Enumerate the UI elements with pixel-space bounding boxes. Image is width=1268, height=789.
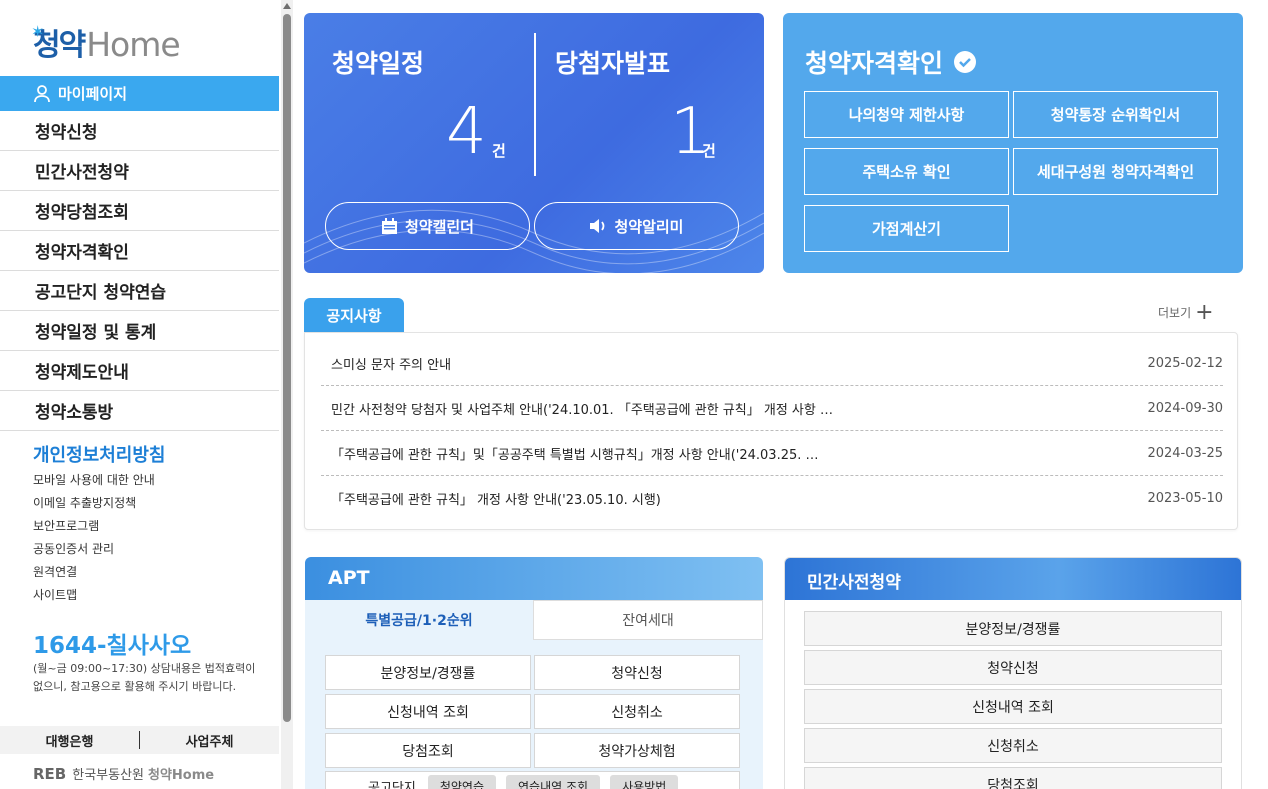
logo-text-home: Home [86, 25, 180, 64]
schedule-count[interactable]: 4 [446, 95, 487, 169]
my-restriction-button[interactable]: 나의청약 제한사항 [804, 91, 1009, 138]
plus-icon: + [1195, 299, 1214, 325]
practice-label: 공고단지 [368, 780, 416, 789]
schedule-card: 청약일정 당첨자발표 4 건 1 건 청약캘린더 청약알리미 [304, 13, 764, 273]
notice-tab[interactable]: 공지사항 [304, 298, 404, 332]
notice-row[interactable]: 「주택공급에 관한 규칙」 개정 사항 안내('23.05.10. 시행) 20… [321, 476, 1223, 521]
notice-title[interactable]: 「주택공급에 관한 규칙」및「공공주택 특별법 시행규칙」개정 사항 안내('2… [321, 444, 819, 463]
footer-org: 한국부동산원 [72, 768, 144, 783]
divider [534, 33, 536, 176]
footer-brand: 청약Home [148, 768, 215, 783]
sublink-sitemap[interactable]: 사이트맵 [33, 587, 155, 610]
sublink-mobile[interactable]: 모바일 사용에 대한 안내 [33, 472, 155, 495]
scrollbar-thumb[interactable] [283, 14, 291, 722]
account-rank-button[interactable]: 청약통장 순위확인서 [1013, 91, 1218, 138]
apt-title: APT [305, 557, 763, 600]
calendar-button[interactable]: 청약캘린더 [325, 202, 530, 250]
private-cancel-button[interactable]: 신청취소 [804, 728, 1222, 763]
private-sale-info-button[interactable]: 분양정보/경쟁률 [804, 611, 1222, 646]
phone-note: (월~금 09:00~17:30) 상담내용은 법적효력이 없으니, 참고용으로… [33, 662, 256, 693]
logo[interactable]: ✶ 청약 Home [31, 22, 181, 64]
sublink-email-policy[interactable]: 이메일 추출방지정책 [33, 495, 155, 518]
sublink-certificate[interactable]: 공동인증서 관리 [33, 541, 155, 564]
sidebar-item-schedule[interactable]: 청약일정 및 통계 [0, 311, 279, 351]
scroll-up-icon[interactable] [283, 3, 291, 9]
private-win-check-button[interactable]: 당첨조회 [804, 767, 1222, 789]
tab-special-supply[interactable]: 특별공급/1·2순위 [305, 600, 533, 640]
score-calculator-button[interactable]: 가점계산기 [804, 205, 1009, 252]
notice-title[interactable]: 스미싱 문자 주의 안내 [321, 354, 451, 373]
qualify-title[interactable]: 청약자격확인 [805, 44, 977, 80]
qualify-card: 청약자격확인 나의청약 제한사항 청약통장 순위확인서 주택소유 확인 세대구성… [783, 13, 1243, 273]
private-title: 민간사전청약 [785, 558, 1241, 600]
notice-title[interactable]: 민간 사전청약 당첨자 및 사업주체 안내('24.10.01. 「주택공급에 … [321, 399, 833, 418]
sidebar-item-guide[interactable]: 청약제도안내 [0, 351, 279, 391]
more-link[interactable]: 더보기 + [1158, 299, 1214, 325]
sidebar-menu: 청약신청 민간사전청약 청약당첨조회 청약자격확인 공고단지 청약연습 청약일정… [0, 111, 279, 431]
more-label: 더보기 [1158, 306, 1192, 320]
calendar-icon [381, 217, 397, 234]
private-panel: 민간사전청약 분양정보/경쟁률 청약신청 신청내역 조회 신청취소 당첨조회 [784, 557, 1242, 789]
logo-star-icon: ✶ [31, 22, 45, 41]
notice-date: 2024-09-30 [1147, 400, 1223, 416]
apt-history-button[interactable]: 신청내역 조회 [325, 694, 531, 729]
sidebar-item-practice[interactable]: 공고단지 청약연습 [0, 271, 279, 311]
reb-logo: REB [33, 764, 67, 783]
apt-practice-row: 공고단지 청약연습 연습내역 조회 사용방법 [325, 771, 740, 789]
schedule-unit: 건 [492, 142, 506, 160]
speaker-icon [590, 219, 605, 233]
sidebar-item-apply[interactable]: 청약신청 [0, 111, 279, 151]
sidebar-sublinks: 모바일 사용에 대한 안내 이메일 추출방지정책 보안프로그램 공동인증서 관리… [33, 472, 155, 610]
usage-chip[interactable]: 사용방법 [610, 774, 679, 789]
winner-title[interactable]: 당첨자발표 [555, 44, 670, 80]
bank-links: 대행은행 사업주체 [0, 726, 279, 754]
footer-logo: REB 한국부동산원 청약Home [33, 764, 215, 784]
private-history-button[interactable]: 신청내역 조회 [804, 689, 1222, 724]
apt-win-check-button[interactable]: 당첨조회 [325, 733, 531, 768]
privacy-policy-link[interactable]: 개인정보처리방침 [33, 441, 165, 467]
sublink-security[interactable]: 보안프로그램 [33, 518, 155, 541]
notice-title[interactable]: 「주택공급에 관한 규칙」 개정 사항 안내('23.05.10. 시행) [321, 489, 661, 508]
schedule-title[interactable]: 청약일정 [332, 44, 424, 80]
notice-row[interactable]: 민간 사전청약 당첨자 및 사업주체 안내('24.10.01. 「주택공급에 … [321, 386, 1223, 431]
user-icon [34, 84, 50, 102]
household-qualify-button[interactable]: 세대구성원 청약자격확인 [1013, 148, 1218, 195]
notice-date: 2024-03-25 [1147, 445, 1223, 461]
alarm-button[interactable]: 청약알리미 [534, 202, 739, 250]
house-ownership-button[interactable]: 주택소유 확인 [804, 148, 1009, 195]
check-circle-icon [954, 51, 977, 73]
apt-simulation-button[interactable]: 청약가상체험 [534, 733, 740, 768]
mypage-label: 마이페이지 [58, 85, 128, 103]
apt-apply-button[interactable]: 청약신청 [534, 655, 740, 690]
business-owner-link[interactable]: 사업주체 [140, 731, 279, 750]
notice-date: 2025-02-12 [1147, 355, 1223, 371]
sidebar-scrollbar[interactable] [281, 0, 293, 789]
phone-number: 1644-칠사사오 [33, 633, 192, 659]
page: ✶ 청약 Home 마이페이지 청약신청 민간사전청약 청약당첨조회 청약자격확… [0, 0, 1268, 789]
practice-history-chip[interactable]: 연습내역 조회 [506, 774, 601, 789]
practice-chip[interactable]: 청약연습 [427, 774, 497, 789]
agent-bank-link[interactable]: 대행은행 [0, 731, 139, 750]
notice-row[interactable]: 「주택공급에 관한 규칙」및「공공주택 특별법 시행규칙」개정 사항 안내('2… [321, 431, 1223, 476]
apt-tabs: 특별공급/1·2순위 잔여세대 [305, 600, 763, 640]
mypage-button[interactable]: 마이페이지 [0, 76, 279, 111]
notice-date: 2023-05-10 [1147, 491, 1223, 506]
sidebar-item-qualify[interactable]: 청약자격확인 [0, 231, 279, 271]
winner-unit: 건 [702, 142, 716, 160]
qualify-title-text: 청약자격확인 [805, 49, 944, 78]
apt-sale-info-button[interactable]: 분양정보/경쟁률 [325, 655, 531, 690]
tab-remaining[interactable]: 잔여세대 [533, 600, 763, 640]
apt-cancel-button[interactable]: 신청취소 [534, 694, 740, 729]
sidebar-item-private-pre[interactable]: 민간사전청약 [0, 151, 279, 191]
sidebar: ✶ 청약 Home 마이페이지 청약신청 민간사전청약 청약당첨조회 청약자격확… [0, 0, 280, 789]
sidebar-item-community[interactable]: 청약소통방 [0, 391, 279, 431]
apt-panel: APT 특별공급/1·2순위 잔여세대 분양정보/경쟁률 청약신청 신청내역 조… [305, 557, 763, 789]
sidebar-item-win-check[interactable]: 청약당첨조회 [0, 191, 279, 231]
alarm-label: 청약알리미 [614, 217, 684, 236]
sublink-remote[interactable]: 원격연결 [33, 564, 155, 587]
notice-list: 스미싱 문자 주의 안내 2025-02-12 민간 사전청약 당첨자 및 사업… [304, 332, 1238, 530]
private-apply-button[interactable]: 청약신청 [804, 650, 1222, 685]
calendar-label: 청약캘린더 [404, 217, 474, 236]
notice-row[interactable]: 스미싱 문자 주의 안내 2025-02-12 [321, 341, 1223, 386]
